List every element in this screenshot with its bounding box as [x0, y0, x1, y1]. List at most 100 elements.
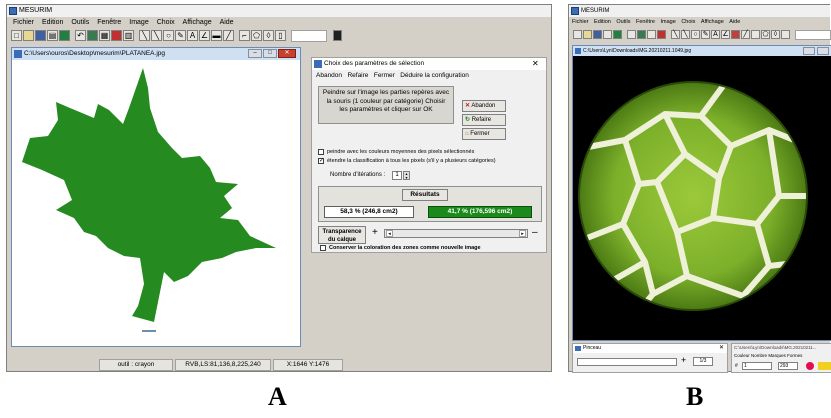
undo-icon[interactable]: ↶: [75, 30, 86, 41]
pinceau-close-icon[interactable]: ✕: [719, 344, 724, 352]
pen-icon[interactable]: ✎: [175, 30, 186, 41]
b-maximize-button[interactable]: [817, 47, 829, 55]
menu-aide[interactable]: Aide: [220, 19, 234, 26]
new-file-icon[interactable]: □: [11, 30, 22, 41]
b-minimize-button[interactable]: [803, 47, 815, 55]
layers-icon[interactable]: ▦: [99, 30, 110, 41]
b-zoom-icon[interactable]: [613, 30, 622, 39]
iterations-input[interactable]: 1: [392, 171, 402, 180]
option-extend-classification[interactable]: ✓ étendre la classification à tous les pi…: [318, 157, 544, 165]
circle-tool-icon[interactable]: ○: [163, 30, 174, 41]
line-icon[interactable]: ╲: [139, 30, 150, 41]
color-dot-icon[interactable]: [806, 362, 814, 370]
zoom-icon[interactable]: [59, 30, 70, 41]
print-icon[interactable]: ▤: [47, 30, 58, 41]
b-print-icon[interactable]: [603, 30, 612, 39]
letter-a-icon[interactable]: A: [187, 30, 198, 41]
b-lasso-icon[interactable]: ◊: [771, 30, 780, 39]
transparency-plus-icon[interactable]: +: [372, 228, 378, 238]
counter-menu-couleur[interactable]: Couleur: [734, 353, 750, 358]
b-select-icon[interactable]: [781, 30, 790, 39]
b-fill-icon[interactable]: [731, 30, 740, 39]
menu-b-aide[interactable]: Aide: [729, 19, 740, 25]
menu-edition[interactable]: Edition: [42, 19, 63, 26]
menu-b-fichier[interactable]: Fichier: [572, 19, 589, 25]
menu-image[interactable]: Image: [129, 19, 148, 26]
b-brush-icon[interactable]: ╱: [741, 30, 750, 39]
select-icon[interactable]: ▯: [275, 30, 286, 41]
toggle-icon[interactable]: [333, 30, 342, 41]
lasso-icon[interactable]: ◊: [263, 30, 274, 41]
menu-choix[interactable]: Choix: [157, 19, 175, 26]
b-undo-icon[interactable]: [627, 30, 636, 39]
brush-icon[interactable]: ╱: [223, 30, 234, 41]
b-layers-icon[interactable]: [647, 30, 656, 39]
b-open-icon[interactable]: [583, 30, 592, 39]
refaire-button[interactable]: ↻ Refaire: [462, 114, 506, 126]
fermer-button[interactable]: ⌂ Fermer: [462, 128, 506, 140]
angle-icon[interactable]: ∠: [199, 30, 210, 41]
pinceau-slider[interactable]: [577, 358, 677, 366]
microscope-image[interactable]: [573, 56, 831, 342]
menu-b-affichage[interactable]: Affichage: [701, 19, 724, 25]
counter-menu-marques[interactable]: Marques: [768, 353, 786, 358]
menu-b-image[interactable]: Image: [661, 19, 676, 25]
counter-menu-formes[interactable]: Formes: [787, 353, 802, 358]
b-image-icon[interactable]: [637, 30, 646, 39]
polygon-icon[interactable]: ⬠: [251, 30, 262, 41]
color-icon[interactable]: [111, 30, 122, 41]
option-paint-mean-colors[interactable]: peindre avec les couleurs moyennes des p…: [318, 148, 544, 156]
diagonal-line-icon[interactable]: ╲: [151, 30, 162, 41]
checkbox-unchecked[interactable]: [318, 148, 324, 155]
abandon-button[interactable]: ✕ Abandon: [462, 100, 506, 112]
menu-fenetre[interactable]: Fenêtre: [97, 19, 121, 26]
menu-b-outils[interactable]: Outils: [616, 19, 630, 25]
resultats-button[interactable]: Résultats: [402, 189, 448, 201]
menu-b-fenetre[interactable]: Fenêtre: [636, 19, 655, 25]
menu-affichage[interactable]: Affichage: [183, 19, 212, 26]
dialog-menu-deduire[interactable]: Déduire la configuration: [400, 72, 469, 79]
image-icon[interactable]: [87, 30, 98, 41]
b-circle-icon[interactable]: ○: [691, 30, 700, 39]
slider-left-arrow[interactable]: ◂: [386, 230, 393, 237]
checkbox-checked[interactable]: ✓: [318, 157, 324, 164]
fill-icon[interactable]: ▬: [211, 30, 222, 41]
transparency-minus-icon[interactable]: –: [532, 228, 538, 238]
counter-input[interactable]: 1: [742, 362, 772, 370]
menu-b-choix[interactable]: Choix: [681, 19, 695, 25]
maximize-button[interactable]: □: [263, 49, 277, 58]
menu-fichier[interactable]: Fichier: [13, 19, 34, 26]
b-polygon-icon[interactable]: ⬠: [761, 30, 770, 39]
b-pen-icon[interactable]: ✎: [701, 30, 710, 39]
save-coloration-option[interactable]: Conserver la coloration des zones comme …: [320, 244, 546, 252]
counter-menu-nombre[interactable]: Nombre: [751, 353, 767, 358]
leaf-image[interactable]: [12, 60, 300, 346]
b-angle-icon[interactable]: ∠: [721, 30, 730, 39]
b-new-file-icon[interactable]: [573, 30, 582, 39]
save-icon[interactable]: [35, 30, 46, 41]
b-line-icon[interactable]: ╲: [671, 30, 680, 39]
menu-outils[interactable]: Outils: [71, 19, 89, 26]
dialog-close-icon[interactable]: ✕: [532, 59, 539, 68]
transparency-slider[interactable]: ◂ ▸: [384, 229, 528, 238]
dialog-menu-abandon[interactable]: Abandon: [316, 72, 342, 79]
b-measure-icon[interactable]: [751, 30, 760, 39]
close-button[interactable]: ✕: [278, 49, 296, 58]
slider-right-arrow[interactable]: ▸: [519, 230, 526, 237]
measure-icon[interactable]: ⌐: [239, 30, 250, 41]
dialog-menu-refaire[interactable]: Refaire: [347, 72, 368, 79]
b-color-swatch[interactable]: [795, 30, 831, 40]
b-letter-icon[interactable]: A: [711, 30, 720, 39]
b-diag-icon[interactable]: ╲: [681, 30, 690, 39]
color-swatch-area[interactable]: [291, 30, 327, 42]
b-save-icon[interactable]: [593, 30, 602, 39]
open-folder-icon[interactable]: [23, 30, 34, 41]
menu-b-edition[interactable]: Edition: [594, 19, 611, 25]
b-color-icon[interactable]: [657, 30, 666, 39]
pinceau-plus-icon[interactable]: +: [681, 355, 686, 365]
grid-icon[interactable]: ▥: [123, 30, 134, 41]
minimize-button[interactable]: –: [248, 49, 262, 58]
dialog-menu-fermer[interactable]: Fermer: [374, 72, 395, 79]
save-coloration-checkbox[interactable]: [320, 244, 326, 251]
iterations-spinner[interactable]: ▴ ▾: [403, 171, 410, 180]
